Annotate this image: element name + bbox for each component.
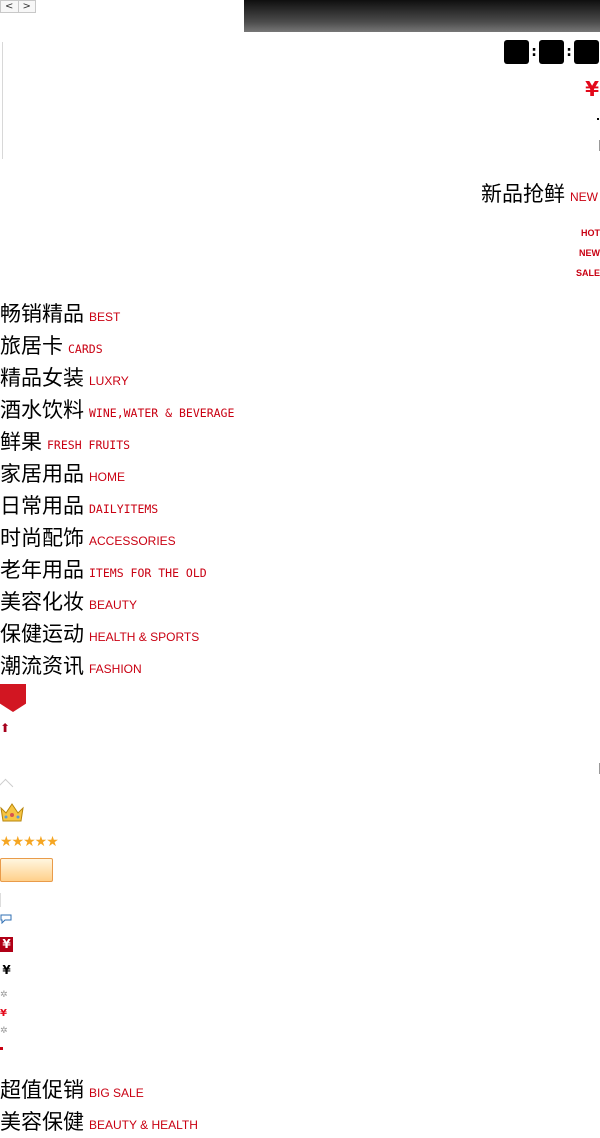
section-heading-beauty-health[interactable]: 美容保健 BEAUTY & HEALTH bbox=[0, 1106, 198, 1138]
bookmark-ribbon-icon bbox=[0, 684, 26, 712]
category-item-fashion[interactable]: 潮流资讯 FASHION bbox=[0, 650, 234, 682]
category-item-health-sports[interactable]: 保健运动 HEALTH & SPORTS bbox=[0, 618, 234, 650]
category-subtitle: FASHION bbox=[89, 662, 142, 676]
section-heading-big-sale[interactable]: 超值促销 BIG SALE bbox=[0, 1074, 198, 1106]
next-arrow-button[interactable]: > bbox=[17, 1, 36, 12]
new-section-subtitle: NEW bbox=[570, 190, 598, 204]
category-subtitle: CARDS bbox=[68, 342, 103, 356]
category-list: 畅销精品 BEST 旅居卡 CARDS 精品女装 LUXRY 酒水饮料 WINE,WAT… bbox=[0, 298, 234, 682]
chat-bubble-icon[interactable] bbox=[0, 914, 12, 924]
category-title: 家居用品 bbox=[0, 462, 84, 486]
category-item-beverage[interactable]: 酒水饮料 WINE,WATER & BEVERAGE bbox=[0, 394, 234, 426]
category-item-accessories[interactable]: 时尚配饰 ACCESSORIES bbox=[0, 522, 234, 554]
new-section-heading: 新品抢鲜 NEW bbox=[481, 178, 598, 208]
countdown-minutes-box bbox=[539, 40, 564, 64]
category-item-best[interactable]: 畅销精品 BEST bbox=[0, 298, 234, 330]
sparkle-icon: ✲ bbox=[0, 1026, 8, 1036]
category-title: 老年用品 bbox=[0, 558, 84, 582]
category-title: 日常用品 bbox=[0, 494, 84, 518]
sale-tag[interactable]: SALE bbox=[576, 268, 600, 278]
category-title: 鲜果 bbox=[0, 430, 42, 454]
category-subtitle: FRESH FRUITS bbox=[47, 438, 131, 452]
category-subtitle: ACCESSORIES bbox=[89, 534, 176, 548]
category-title: 潮流资讯 bbox=[0, 654, 84, 678]
caret-up-icon bbox=[0, 778, 14, 795]
category-subtitle: HEALTH & SPORTS bbox=[89, 630, 200, 644]
price-symbol: ¥ bbox=[585, 77, 599, 101]
countdown-separator: : bbox=[566, 44, 572, 60]
category-title: 酒水饮料 bbox=[0, 398, 84, 422]
category-title: 旅居卡 bbox=[0, 334, 63, 358]
yen-badge-icon: ¥ bbox=[0, 937, 13, 952]
hot-tag[interactable]: HOT bbox=[581, 228, 600, 238]
category-subtitle: BEAUTY bbox=[89, 598, 138, 612]
rating-stars-icon: ★★★★★ bbox=[0, 834, 59, 850]
sparkle-icon: ✲ bbox=[0, 990, 8, 1000]
action-button[interactable] bbox=[0, 858, 53, 882]
new-section-title: 新品抢鲜 bbox=[481, 182, 565, 206]
countdown-separator: : bbox=[531, 44, 537, 60]
crown-icon bbox=[0, 803, 24, 822]
category-subtitle: WINE,WATER & BEVERAGE bbox=[89, 406, 235, 420]
category-item-home[interactable]: 家居用品 HOME bbox=[0, 458, 234, 490]
category-item-luxry[interactable]: 精品女装 LUXRY bbox=[0, 362, 234, 394]
section-subtitle: BEAUTY & HEALTH bbox=[89, 1118, 198, 1132]
carousel-pager: < > bbox=[0, 0, 36, 13]
divider-line bbox=[2, 42, 3, 159]
dot-marker bbox=[597, 118, 599, 120]
yen-badge-dark-icon: ¥ bbox=[0, 963, 13, 978]
small-yen-icon: ¥ bbox=[0, 1008, 7, 1019]
section-subtitle: BIG SALE bbox=[89, 1086, 144, 1100]
category-title: 美容化妆 bbox=[0, 590, 84, 614]
countdown-timer: : : bbox=[504, 40, 599, 64]
countdown-seconds-box bbox=[574, 40, 599, 64]
category-item-dailyitems[interactable]: 日常用品 DAILYITEMS bbox=[0, 490, 234, 522]
category-subtitle: BEST bbox=[89, 310, 121, 324]
category-item-cards[interactable]: 旅居卡 CARDS bbox=[0, 330, 234, 362]
divider-line bbox=[0, 893, 1, 907]
category-item-fruits[interactable]: 鲜果 FRESH FRUITS bbox=[0, 426, 234, 458]
category-subtitle: DAILYITEMS bbox=[89, 502, 159, 516]
prev-arrow-button[interactable]: < bbox=[1, 1, 18, 12]
up-arrow-icon[interactable]: ⬆ bbox=[0, 721, 10, 735]
category-title: 精品女装 bbox=[0, 366, 84, 390]
new-tag[interactable]: NEW bbox=[579, 248, 600, 258]
category-subtitle: ITEMS FOR THE OLD bbox=[89, 566, 207, 580]
category-title: 畅销精品 bbox=[0, 302, 84, 326]
category-item-beauty[interactable]: 美容化妆 BEAUTY bbox=[0, 586, 234, 618]
header-banner bbox=[244, 0, 600, 32]
bottom-section-list: 超值促销 BIG SALE 美容保健 BEAUTY & HEALTH bbox=[0, 1074, 198, 1138]
category-item-old[interactable]: 老年用品 ITEMS FOR THE OLD bbox=[0, 554, 234, 586]
category-subtitle: HOME bbox=[89, 470, 125, 484]
red-dot-marker bbox=[0, 1047, 3, 1050]
countdown-hours-box bbox=[504, 40, 529, 64]
category-title: 保健运动 bbox=[0, 622, 84, 646]
section-title: 超值促销 bbox=[0, 1078, 84, 1102]
category-title: 时尚配饰 bbox=[0, 526, 84, 550]
category-subtitle: LUXRY bbox=[89, 374, 129, 388]
